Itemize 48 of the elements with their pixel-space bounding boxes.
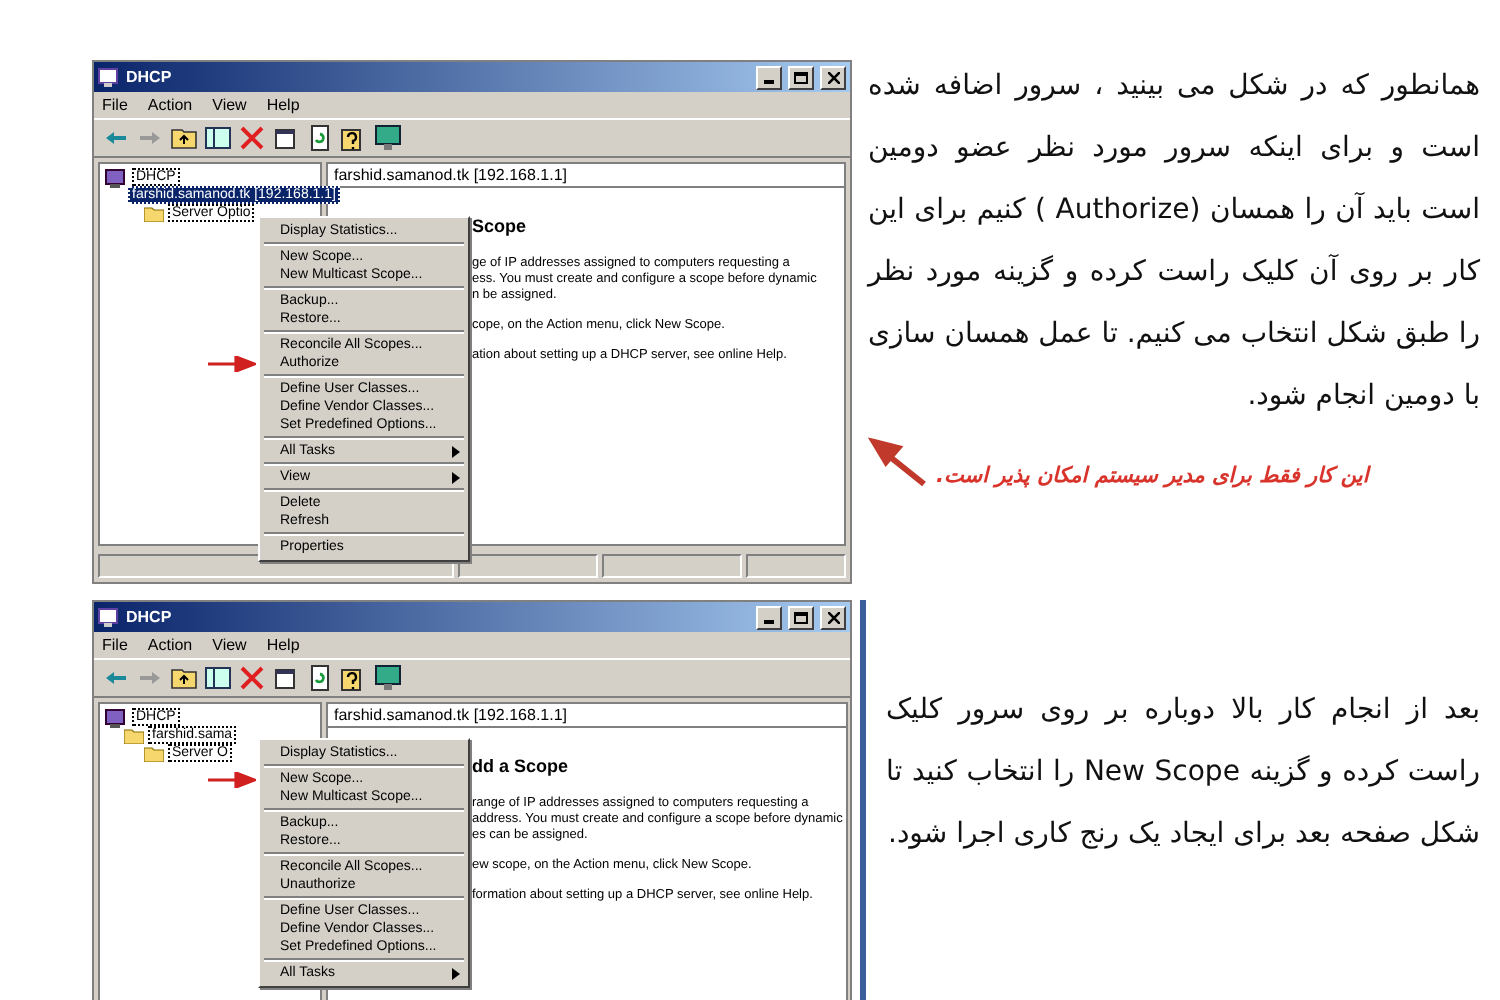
close-button[interactable] (820, 65, 846, 89)
pane-header: farshid.samanod.tk [192.168.1.1] (326, 162, 846, 188)
maximize-button[interactable] (788, 605, 814, 629)
close-icon (827, 611, 839, 623)
menu-item[interactable]: Action (147, 96, 193, 114)
submenu-arrow-icon (452, 445, 460, 457)
menu-item[interactable]: File (102, 636, 128, 654)
properties-icon[interactable] (272, 664, 300, 692)
folder-up-icon[interactable] (170, 124, 198, 152)
maximize-icon (794, 611, 808, 623)
window-title: DHCP (126, 68, 174, 86)
close-icon (827, 71, 839, 83)
menu-item[interactable]: Help (266, 636, 300, 654)
paragraph: همانطور که در شکل می بینید ، سرور اضافه شده است و برای اینکه سرور مورد نظر عضو دومین است باید آن را همسان (Authorize ) کنیم برای این کار بر روی آن کلیک راست کرده و گزینه مورد نظر را طبق شکل انتخاب می کنیم. تا عمل همسان سازی با دومین انجام شود. (868, 68, 1480, 416)
refresh-icon[interactable] (306, 124, 334, 152)
submenu-arrow-icon (452, 967, 460, 979)
arrow-icon (868, 436, 928, 488)
menu-item[interactable]: File (102, 96, 128, 114)
status-bar-panel (458, 554, 598, 578)
maximize-button[interactable] (788, 65, 814, 89)
menu-item[interactable]: View (212, 96, 247, 114)
server-icon (104, 707, 128, 727)
properties-icon[interactable] (272, 124, 300, 152)
menu-item[interactable]: View (212, 636, 247, 654)
pane-icon[interactable] (204, 124, 232, 152)
minimize-button[interactable] (756, 605, 782, 629)
submenu-arrow-icon (452, 471, 460, 483)
dhcp-icon (98, 67, 120, 87)
dhcp-icon (98, 607, 120, 627)
menu-item[interactable]: Action (147, 636, 193, 654)
paragraph: بعد از انجام کار بالا دوباره بر روی سرور کلیک راست کرده و گزینه New Scope را انتخاب کنید تا شکل صفحه بعد برای ایجاد یک رنج کاری اجرا شود. (886, 692, 1480, 854)
status-bar-panel (746, 554, 846, 578)
refresh-icon[interactable] (306, 664, 334, 692)
note-text: این کار فقط برای مدیر سیستم امکان پذیر است. (936, 464, 1369, 488)
content-heading: dd a Scope (472, 756, 571, 776)
window-title: DHCP (126, 608, 174, 626)
close-button[interactable] (820, 605, 846, 629)
maximize-icon (794, 71, 808, 83)
folder-up-icon[interactable] (170, 664, 198, 692)
status-bar-panel (602, 554, 742, 578)
monitor-icon[interactable] (374, 124, 402, 152)
minimize-button[interactable] (756, 65, 782, 89)
content-heading: Scope (472, 216, 529, 236)
pane-icon[interactable] (204, 664, 232, 692)
pane-header: farshid.samanod.tk [192.168.1.1] (326, 702, 849, 728)
server-icon (104, 167, 128, 187)
monitor-icon[interactable] (374, 664, 402, 692)
menu-item[interactable]: Help (266, 96, 300, 114)
